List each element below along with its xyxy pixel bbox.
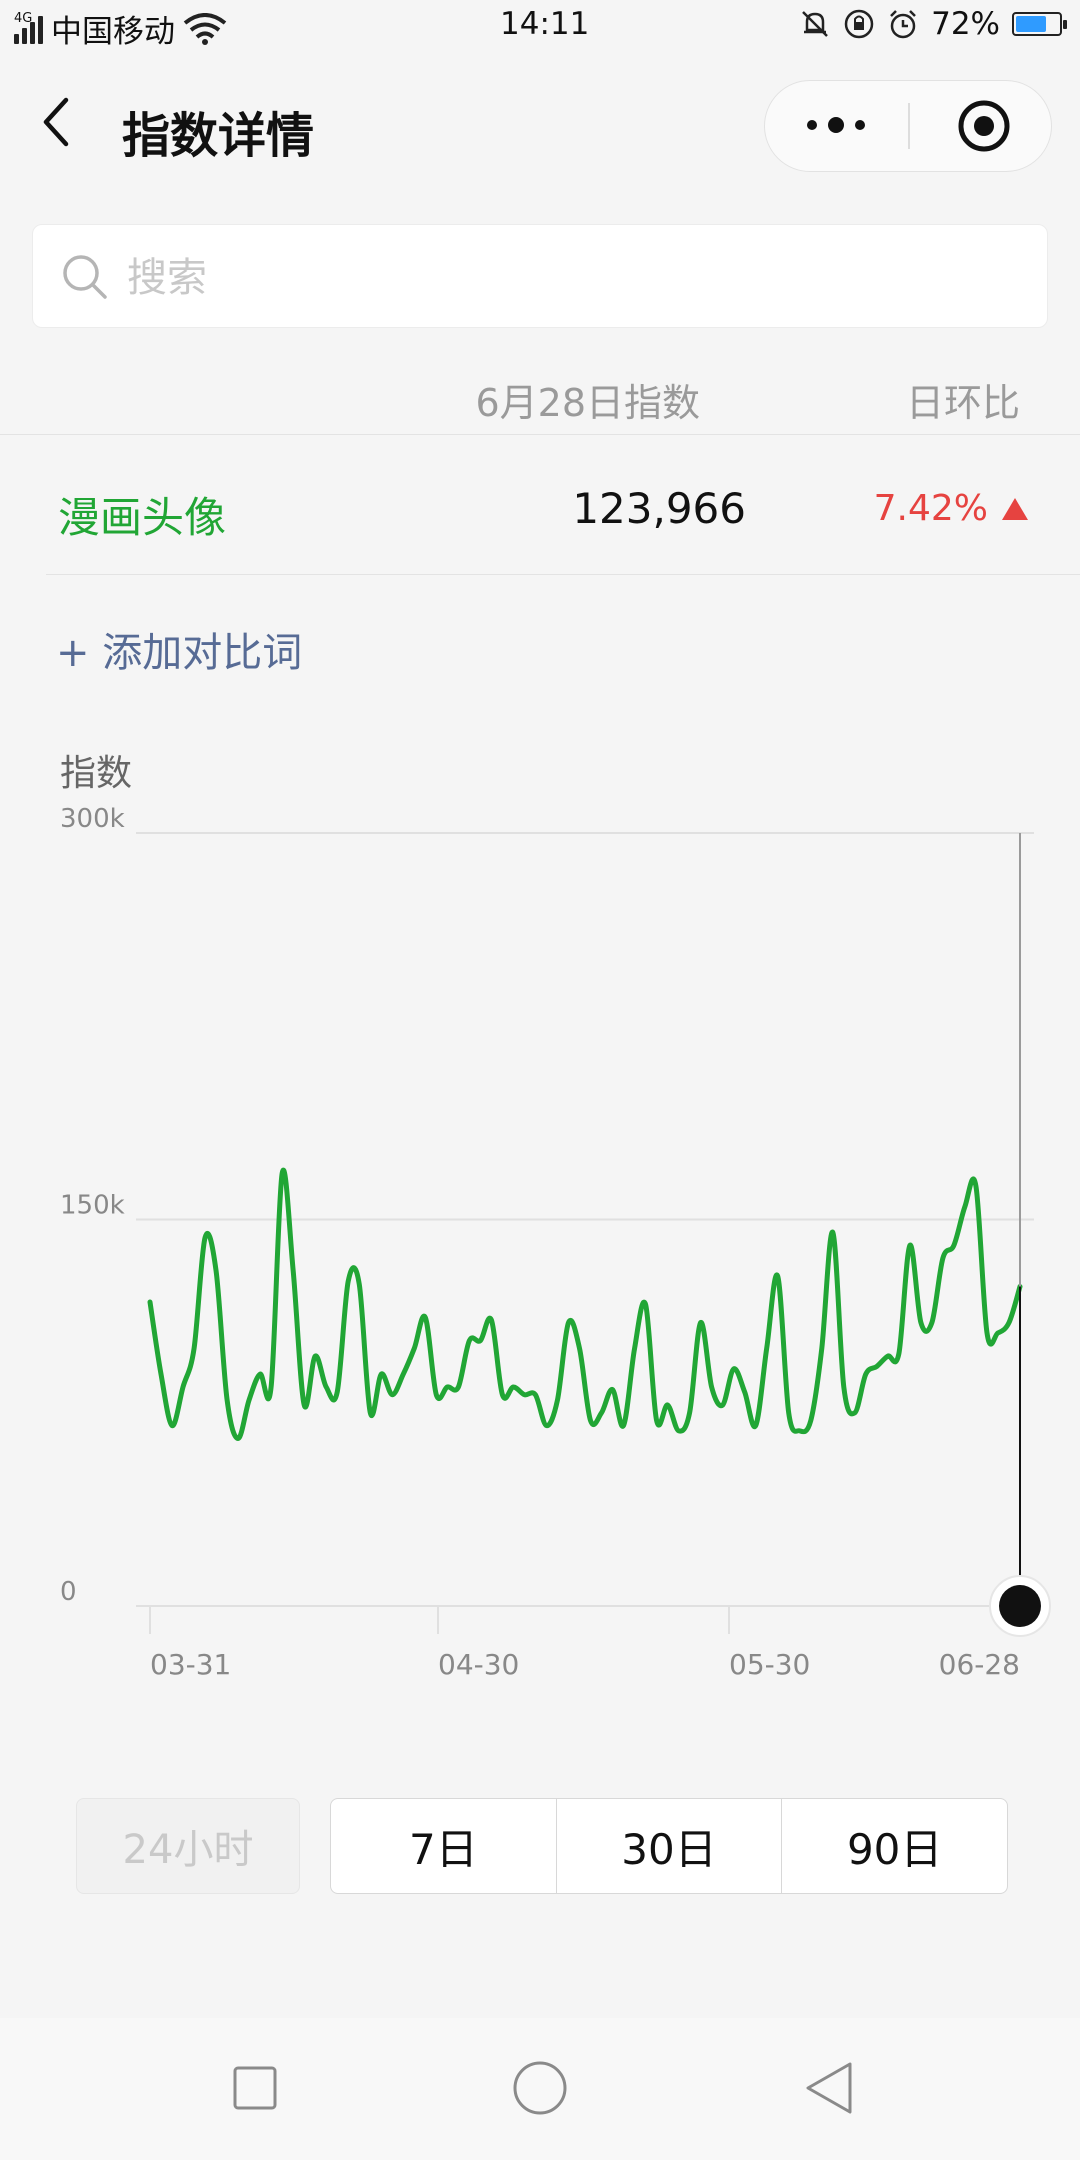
trend-up-icon <box>1002 497 1028 520</box>
keyword-name: 漫画头像 <box>58 493 227 542</box>
back-triangle-icon[interactable] <box>790 2048 870 2128</box>
time-range-selector: 24小时 7日 30日 90日 <box>0 1798 1080 1894</box>
status-bar: 4G 中国移动 14:11 72% <box>0 0 1080 52</box>
close-mini-program-button[interactable] <box>910 81 1051 170</box>
carrier-name: 中国移动 <box>51 14 175 50</box>
cursor-marker-dot <box>999 1585 1041 1627</box>
x-tick-label: 06-28 <box>939 1648 1020 1681</box>
index-line-chart[interactable]: 300k 150k 0 03-31 04-30 05-30 06-28 <box>0 790 1080 1710</box>
x-tick-label: 03-31 <box>150 1648 231 1681</box>
y-tick-label: 150k <box>60 1191 125 1221</box>
battery-fill <box>1016 16 1046 32</box>
series-line <box>147 1167 1023 1441</box>
y-tick-label: 0 <box>60 1577 77 1607</box>
keyword-daily-change: 7.42% <box>874 488 1028 529</box>
status-left: 4G 中国移动 <box>14 6 227 51</box>
search-bar[interactable] <box>32 224 1048 328</box>
table-row[interactable]: 漫画头像 123,966 7.42% <box>46 436 1080 575</box>
home-icon[interactable] <box>500 2048 580 2128</box>
column-date-index: 6月28日指数 <box>475 381 700 425</box>
mute-bell-icon <box>802 11 828 37</box>
status-time: 14:11 <box>500 6 590 42</box>
more-button[interactable] <box>765 81 908 170</box>
target-circle-icon <box>958 100 1010 152</box>
column-daily-ratio: 日环比 <box>905 381 1020 425</box>
x-tick-label: 04-30 <box>438 1648 519 1681</box>
wifi-icon <box>183 12 227 45</box>
rotation-lock-icon <box>844 9 874 39</box>
battery-percent: 72% <box>931 6 1000 42</box>
chart-y-axis-title: 指数 <box>60 753 133 794</box>
tab-90d[interactable]: 90日 <box>782 1799 1007 1893</box>
status-right: 72% <box>799 6 1067 42</box>
system-nav-bar <box>0 2018 1080 2160</box>
back-button[interactable] <box>28 92 88 152</box>
tab-7d[interactable]: 7日 <box>331 1799 557 1893</box>
range-tab-group: 7日 30日 90日 <box>330 1798 1008 1894</box>
mini-program-capsule <box>764 80 1052 172</box>
network-tag: 4G <box>14 10 33 26</box>
chevron-left-icon <box>43 97 69 147</box>
keyword-index-value: 123,966 <box>572 484 746 533</box>
index-detail-page: 4G 中国移动 14:11 72% 指数详情 搜索 6月28日指数 日环比 漫画… <box>0 0 1080 2160</box>
index-table-header: 6月28日指数 日环比 <box>0 362 1080 435</box>
x-tick-label: 05-30 <box>729 1648 810 1681</box>
tab-30d[interactable]: 30日 <box>557 1799 783 1893</box>
tab-24h: 24小时 <box>76 1798 300 1894</box>
add-compare-word-button[interactable]: + 添加对比词 <box>56 620 302 678</box>
search-icon <box>63 255 107 299</box>
nav-header: 指数详情 <box>0 62 1080 182</box>
y-tick-label: 300k <box>60 804 125 834</box>
recent-apps-icon[interactable] <box>215 2048 295 2128</box>
change-percent: 7.42% <box>873 488 988 529</box>
more-dots-icon <box>807 117 865 133</box>
page-title: 指数详情 <box>122 108 315 164</box>
alarm-icon <box>890 10 916 39</box>
search-input[interactable] <box>125 243 1009 313</box>
signal-icon: 4G <box>14 10 43 44</box>
battery-icon <box>1012 12 1067 36</box>
